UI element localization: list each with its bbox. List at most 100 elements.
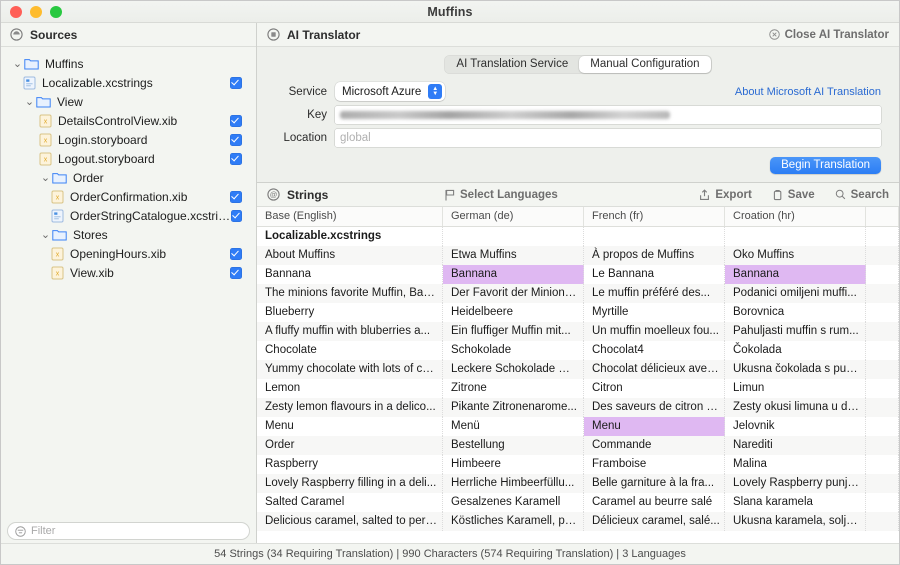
table-cell-hr[interactable]: Podanici omiljeni muffi... — [725, 284, 866, 303]
table-cell-base[interactable]: Yummy chocolate with lots of ch... — [257, 360, 443, 379]
chevron-down-icon[interactable]: ⌄ — [11, 58, 24, 69]
tree-item-logout-storyboard[interactable]: x Logout.storyboard — [1, 149, 256, 168]
table-row[interactable]: Lemon Zitrone Citron Limun — [257, 379, 899, 398]
tree-item-order[interactable]: ⌄ Order — [1, 168, 256, 187]
table-cell-hr[interactable]: Ukusna čokolada s pun... — [725, 360, 866, 379]
table-cell-hr[interactable]: Jelovnik — [725, 417, 866, 436]
table-cell-hr[interactable]: Slana karamela — [725, 493, 866, 512]
table-cell-hr[interactable]: Limun — [725, 379, 866, 398]
table-cell-de[interactable]: Bestellung — [443, 436, 584, 455]
about-microsoft-ai-translation-link[interactable]: About Microsoft AI Translation — [735, 86, 881, 98]
tree-item-login-storyboard[interactable]: x Login.storyboard — [1, 130, 256, 149]
tree-item-view-xib[interactable]: x View.xib — [1, 263, 256, 282]
tab-manual-configuration[interactable]: Manual Configuration — [579, 56, 711, 73]
table-cell-hr[interactable]: Ukusna karamela, solje... — [725, 512, 866, 531]
table-cell-de[interactable]: Heidelbeere — [443, 303, 584, 322]
table-row[interactable]: Delicious caramel, salted to perf... Köst… — [257, 512, 899, 531]
chevron-down-icon[interactable]: ⌄ — [39, 229, 52, 240]
table-cell-base[interactable]: Delicious caramel, salted to perf... — [257, 512, 443, 531]
table-row[interactable]: Order Bestellung Commande Narediti — [257, 436, 899, 455]
tree-item-orderconfirmation-xib[interactable]: x OrderConfirmation.xib — [1, 187, 256, 206]
table-cell-de[interactable]: Herrliche Himbeerfüllu... — [443, 474, 584, 493]
tree-item-openinghours-xib[interactable]: x OpeningHours.xib — [1, 244, 256, 263]
table-cell-hr[interactable]: Zesty okusi limuna u de... — [725, 398, 866, 417]
table-cell-hr[interactable]: Narediti — [725, 436, 866, 455]
column-header[interactable]: French (fr) — [584, 207, 725, 226]
export-button[interactable]: Export — [699, 189, 752, 201]
table-cell-de[interactable]: Der Favorit der Minions... — [443, 284, 584, 303]
table-cell-fr[interactable]: Commande — [584, 436, 725, 455]
tab-ai-translation-service[interactable]: AI Translation Service — [445, 56, 579, 73]
table-cell-fr[interactable]: Des saveurs de citron p... — [584, 398, 725, 417]
select-languages-button[interactable]: Select Languages — [445, 189, 558, 201]
table-row[interactable]: Zesty lemon flavours in a delico... Pikan… — [257, 398, 899, 417]
table-cell-hr[interactable]: Borovnica — [725, 303, 866, 322]
location-input[interactable]: global — [335, 129, 881, 147]
table-cell-base[interactable]: Order — [257, 436, 443, 455]
key-input[interactable] — [335, 106, 881, 124]
service-select[interactable]: Microsoft Azure ▲ ▼ — [335, 82, 446, 101]
tree-item-stores[interactable]: ⌄ Stores — [1, 225, 256, 244]
table-cell-de[interactable]: Köstliches Karamell, pe... — [443, 512, 584, 531]
table-cell-fr[interactable]: Caramel au beurre salé — [584, 493, 725, 512]
tree-item-muffins[interactable]: ⌄ Muffins — [1, 54, 256, 73]
column-header[interactable]: Croation (hr) — [725, 207, 866, 226]
table-cell-base[interactable]: A fluffy muffin with bluberries a... — [257, 322, 443, 341]
table-cell-base[interactable]: Chocolate — [257, 341, 443, 360]
chevron-down-icon[interactable]: ⌄ — [39, 172, 52, 183]
save-button[interactable]: Save — [772, 189, 815, 201]
tree-item-detailscontrolview-xib[interactable]: x DetailsControlView.xib — [1, 111, 256, 130]
table-cell-fr[interactable]: Le Bannana — [584, 265, 725, 284]
table-cell-hr[interactable]: Bannana — [725, 265, 866, 284]
table-cell-base[interactable]: About Muffins — [257, 246, 443, 265]
tree-item-checkbox[interactable] — [230, 133, 242, 146]
table-cell-base[interactable]: The minions favorite Muffin, Ban... — [257, 284, 443, 303]
table-cell-fr[interactable]: Framboise — [584, 455, 725, 474]
search-button[interactable]: Search — [835, 189, 889, 201]
tree-item-checkbox[interactable] — [230, 266, 242, 279]
table-rows[interactable]: Localizable.xcstrings About Muffins Etwa M… — [257, 227, 899, 543]
column-header[interactable]: Base (English) — [257, 207, 443, 226]
table-cell-base[interactable]: Salted Caramel — [257, 493, 443, 512]
table-row[interactable]: Chocolate Schokolade Chocolat4 Čokolada — [257, 341, 899, 360]
table-cell-de[interactable]: Menü — [443, 417, 584, 436]
table-row[interactable]: Bannana Bannana Le Bannana Bannana — [257, 265, 899, 284]
table-cell-hr[interactable]: Lovely Raspberry punje... — [725, 474, 866, 493]
close-ai-translator-button[interactable]: Close AI Translator — [768, 29, 889, 41]
tree-item-localizable-xcstrings[interactable]: Localizable.xcstrings — [1, 73, 256, 92]
chevron-down-icon[interactable]: ⌄ — [23, 96, 36, 107]
table-cell-hr[interactable]: Oko Muffins — [725, 246, 866, 265]
table-cell-fr[interactable]: Myrtille — [584, 303, 725, 322]
table-row[interactable]: Yummy chocolate with lots of ch... Lecker… — [257, 360, 899, 379]
filter-input[interactable]: Filter — [7, 522, 250, 540]
zoom-window-button[interactable] — [50, 5, 62, 18]
table-column-headers[interactable]: Base (English) German (de) French (fr) Croa… — [257, 207, 899, 227]
table-row[interactable]: Lovely Raspberry filling in a deli... Her… — [257, 474, 899, 493]
table-cell-base[interactable]: Lemon — [257, 379, 443, 398]
table-cell-fr[interactable]: Chocolat délicieux avec... — [584, 360, 725, 379]
table-cell-fr[interactable]: Le muffin préféré des... — [584, 284, 725, 303]
table-row[interactable]: Menu Menü Menu Jelovnik — [257, 417, 899, 436]
table-cell-fr[interactable]: Délicieux caramel, salé... — [584, 512, 725, 531]
table-cell-de[interactable]: Leckere Schokolade mi... — [443, 360, 584, 379]
table-cell-hr[interactable]: Čokolada — [725, 341, 866, 360]
tree-item-orderstringcatalogue-xcstrings[interactable]: OrderStringCatalogue.xcstrings — [1, 206, 256, 225]
tree-item-checkbox[interactable] — [230, 209, 242, 222]
table-row[interactable]: The minions favorite Muffin, Ban... Der F… — [257, 284, 899, 303]
minimize-window-button[interactable] — [30, 5, 42, 18]
table-cell-de[interactable]: Zitrone — [443, 379, 584, 398]
table-cell-base[interactable]: Raspberry — [257, 455, 443, 474]
table-row[interactable]: Raspberry Himbeere Framboise Malina — [257, 455, 899, 474]
tree-item-checkbox[interactable] — [230, 114, 242, 127]
table-cell-de[interactable]: Gesalzenes Karamell — [443, 493, 584, 512]
close-window-button[interactable] — [10, 5, 22, 18]
table-cell-de[interactable]: Himbeere — [443, 455, 584, 474]
table-cell-hr[interactable]: Malina — [725, 455, 866, 474]
table-cell-fr[interactable]: À propos de Muffins — [584, 246, 725, 265]
table-cell-base[interactable]: Menu — [257, 417, 443, 436]
table-row[interactable]: A fluffy muffin with bluberries a... Ein … — [257, 322, 899, 341]
table-cell-de[interactable]: Etwa Muffins — [443, 246, 584, 265]
table-cell-base[interactable]: Zesty lemon flavours in a delico... — [257, 398, 443, 417]
column-header[interactable]: German (de) — [443, 207, 584, 226]
source-tree[interactable]: ⌄ Muffins Localizable.xcstrings ⌄ View x Detai… — [1, 47, 256, 521]
